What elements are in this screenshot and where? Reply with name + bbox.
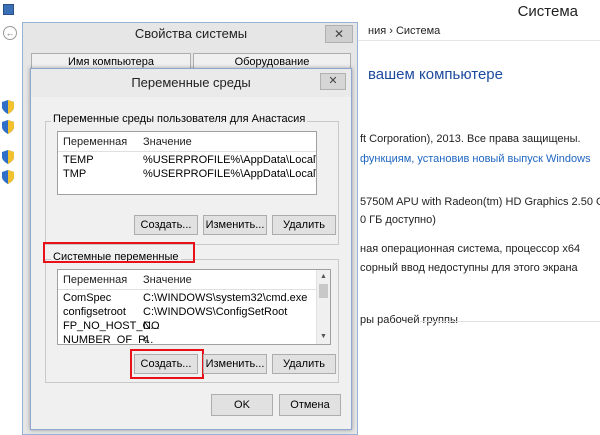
shield-icon[interactable] [2,100,14,114]
environment-variables-dialog: Переменные среды ✕ Переменные среды поль… [30,68,352,430]
system-edit-button[interactable]: Изменить... [203,354,267,374]
user-create-button[interactable]: Создать... [134,215,198,235]
column-variable[interactable]: Переменная [63,136,127,148]
shield-icon[interactable] [2,120,14,134]
system-type-text: ная операционная система, процессор x64 [360,243,581,255]
list-item[interactable]: NUMBER_OF_P... 4 [58,334,330,345]
user-variables-label: Переменные среды пользователя для Анаста… [51,113,308,125]
processor-text: 5750M APU with Radeon(tm) HD Graphics 2.… [360,196,600,208]
system-variables-list[interactable]: Переменная Значение ComSpec C:\WINDOWS\s… [57,269,331,345]
section-divider [420,321,600,322]
breadcrumb-divider [358,40,600,41]
scrollbar-thumb[interactable] [319,284,328,298]
upgrade-link[interactable]: функциям, установив новый выпуск Windows [360,153,591,165]
system-window-title: Система [517,3,578,20]
list-header: Переменная Значение [58,132,316,152]
variable-value: C:\WINDOWS\system32\cmd.exe [143,292,308,304]
variable-value: %USERPROFILE%\AppData\Local\Temp [143,154,317,166]
breadcrumb[interactable]: ния › Система [368,25,440,37]
scroll-down-icon[interactable]: ▼ [317,331,330,343]
column-variable[interactable]: Переменная [63,274,127,286]
page-heading: вашем компьютере [368,66,503,83]
variable-value: %USERPROFILE%\AppData\Local\Temp [143,168,317,180]
system-window-titlebar [0,0,600,22]
list-item[interactable]: TEMP %USERPROFILE%\AppData\Local\Temp [58,154,316,167]
system-variables-highlight [43,242,195,263]
create-button-highlight [130,349,204,379]
column-value[interactable]: Значение [143,274,192,286]
variable-name: NUMBER_OF_P... [63,334,154,345]
app-icon [3,4,14,15]
back-arrow-icon[interactable]: ← [3,26,17,40]
variable-value: 4 [143,334,150,345]
shield-icon[interactable] [2,170,14,184]
variable-name: configsetroot [63,306,126,318]
env-dialog-title: Переменные среды [131,75,251,90]
user-edit-button[interactable]: Изменить... [203,215,267,235]
user-variables-list[interactable]: Переменная Значение TEMP %USERPROFILE%\A… [57,131,317,195]
system-delete-button[interactable]: Удалить [272,354,336,374]
list-item[interactable]: TMP %USERPROFILE%\AppData\Local\Temp [58,168,316,181]
list-header: Переменная Значение [58,270,330,290]
close-icon[interactable]: ✕ [320,73,346,90]
list-item[interactable]: configsetroot C:\WINDOWS\ConfigSetRoot [58,306,330,319]
memory-text: 0 ГБ доступно) [360,214,436,226]
close-icon[interactable]: ✕ [325,25,353,43]
ok-button[interactable]: OK [211,394,273,416]
list-item[interactable]: ComSpec C:\WINDOWS\system32\cmd.exe [58,292,330,305]
pen-touch-text: сорный ввод недоступны для этого экрана [360,262,578,274]
cancel-button[interactable]: Отмена [279,394,341,416]
variable-name: ComSpec [63,292,112,304]
variable-name: TMP [63,168,87,180]
copyright-text: ft Corporation), 2013. Все права защищен… [360,133,581,145]
list-item[interactable]: FP_NO_HOST_C... NO [58,320,330,333]
variable-value: C:\WINDOWS\ConfigSetRoot [143,306,288,318]
column-value[interactable]: Значение [143,136,192,148]
system-properties-title: Свойства системы [134,26,248,41]
user-delete-button[interactable]: Удалить [272,215,336,235]
variable-name: TEMP [63,154,94,166]
shield-icon[interactable] [2,150,14,164]
variable-value: NO [143,320,160,332]
scroll-up-icon[interactable]: ▲ [317,271,330,283]
list-scrollbar[interactable]: ▲ ▼ [316,270,330,344]
workgroup-text: ры рабочей группы [360,314,458,326]
